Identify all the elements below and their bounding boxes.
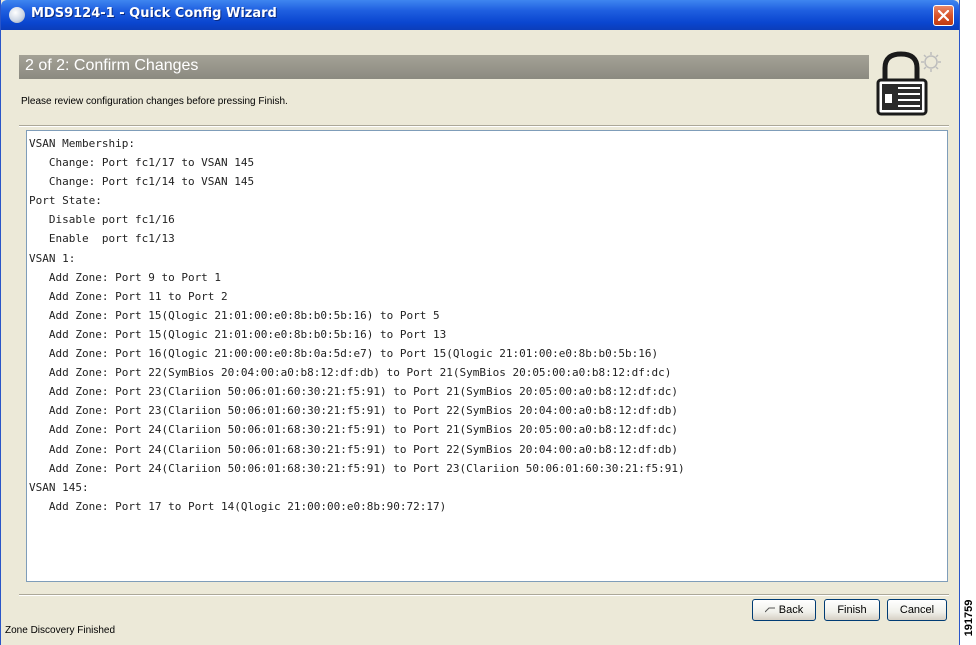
back-arrow-icon: [764, 607, 775, 613]
cancel-button-label: Cancel: [899, 604, 935, 616]
security-lock-gear-icon: [876, 51, 941, 116]
page-subtitle: Please review configuration changes befo…: [21, 96, 288, 107]
figure-number: 191759: [962, 590, 976, 645]
app-icon: [9, 7, 25, 23]
change-line: Add Zone: Port 23(Clariion 50:06:01:60:3…: [29, 404, 679, 418]
change-line: VSAN 145:: [29, 480, 89, 494]
page-title: 2 of 2: Confirm Changes: [25, 57, 199, 74]
change-line: Add Zone: Port 24(Clariion 50:06:01:68:3…: [29, 442, 679, 456]
change-line: Add Zone: Port 24(Clariion 50:06:01:68:3…: [29, 423, 679, 437]
change-line: Add Zone: Port 15(Qlogic 21:01:00:e0:8b:…: [29, 327, 447, 341]
change-line: Add Zone: Port 17 to Port 14(Qlogic 21:0…: [29, 499, 447, 513]
finish-button-label: Finish: [837, 604, 867, 616]
change-line: VSAN 1:: [29, 251, 76, 265]
change-line: Change: Port fc1/17 to VSAN 145: [29, 156, 255, 170]
changes-summary-panel[interactable]: VSAN Membership: Change: Port fc1/17 to …: [26, 130, 948, 582]
window-title: MDS9124-1 - Quick Config Wizard: [31, 6, 277, 21]
close-x-icon: [938, 10, 949, 21]
back-button[interactable]: Back: [752, 599, 816, 621]
change-line: Add Zone: Port 9 to Port 1: [29, 270, 222, 284]
wizard-window: MDS9124-1 - Quick Config Wizard 2 of 2: …: [0, 0, 960, 645]
change-line: Add Zone: Port 23(Clariion 50:06:01:60:3…: [29, 385, 679, 399]
finish-button[interactable]: Finish: [824, 599, 880, 621]
back-button-label: Back: [778, 604, 804, 616]
changes-list: VSAN Membership: Change: Port fc1/17 to …: [27, 131, 947, 516]
change-line: Enable port fc1/13: [29, 232, 175, 246]
change-line: Add Zone: Port 22(SymBios 20:04:00:a0:b8…: [29, 366, 672, 380]
change-line: Add Zone: Port 16(Qlogic 21:00:00:e0:8b:…: [29, 347, 659, 361]
title-bar[interactable]: MDS9124-1 - Quick Config Wizard: [1, 0, 959, 30]
footer-separator: [19, 594, 949, 596]
change-line: Add Zone: Port 11 to Port 2: [29, 289, 228, 303]
change-line: VSAN Membership:: [29, 137, 135, 150]
change-line: Disable port fc1/16: [29, 213, 175, 227]
change-line: Add Zone: Port 15(Qlogic 21:01:00:e0:8b:…: [29, 308, 440, 322]
status-bar-text: Zone Discovery Finished: [5, 625, 116, 636]
close-button[interactable]: [933, 5, 954, 26]
change-line: Change: Port fc1/14 to VSAN 145: [29, 175, 255, 189]
cancel-button[interactable]: Cancel: [887, 599, 947, 621]
header-separator: [19, 125, 949, 127]
change-line: Port State:: [29, 194, 102, 208]
figure-number-text: 191759: [963, 599, 975, 636]
change-line: Add Zone: Port 24(Clariion 50:06:01:68:3…: [29, 461, 685, 475]
